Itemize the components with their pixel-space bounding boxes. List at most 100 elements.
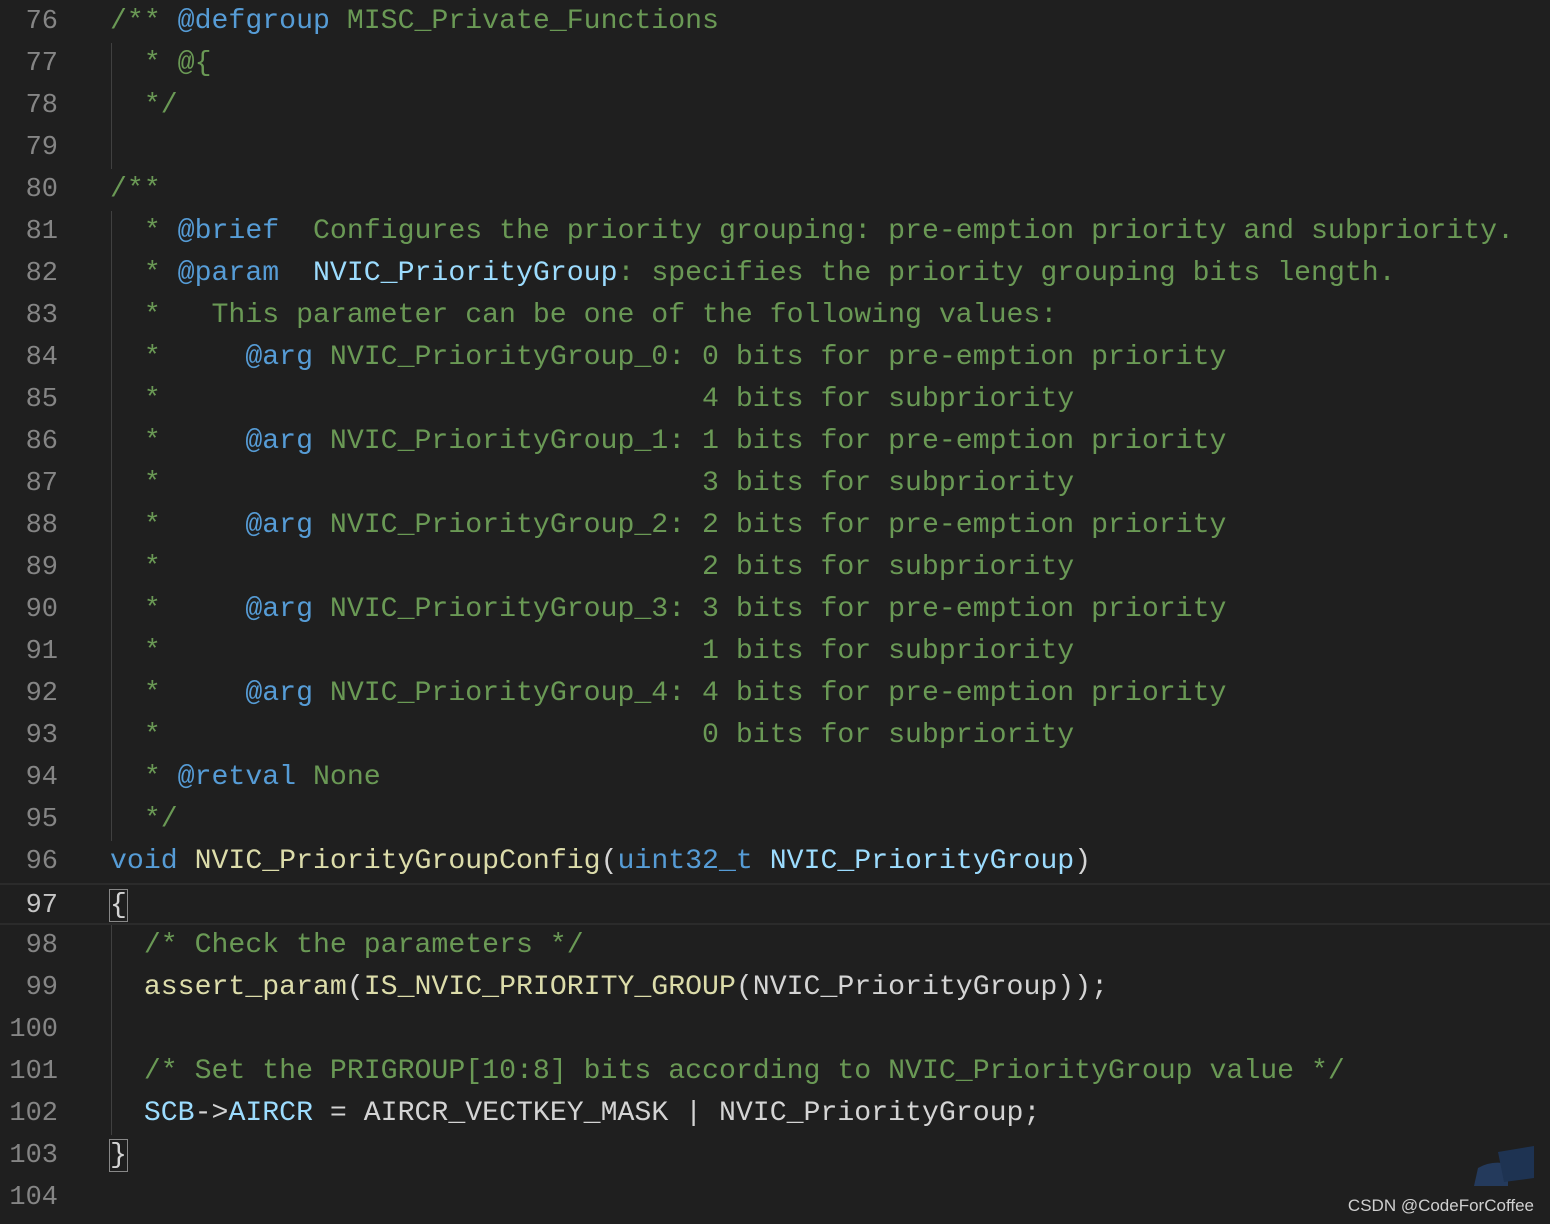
code-line[interactable]: 98 /* Check the parameters */ — [0, 925, 1550, 967]
code-line[interactable]: 82 * @param NVIC_PriorityGroup: specifie… — [0, 253, 1550, 295]
code-line[interactable]: 80 /** — [0, 169, 1550, 211]
code-text: /* Set the PRIGROUP[10:8] bits according… — [110, 1051, 1345, 1093]
code-line[interactable]: 92 * @arg NVIC_PriorityGroup_4: 4 bits f… — [0, 673, 1550, 715]
code-line[interactable]: 87 * 3 bits for subpriority — [0, 463, 1550, 505]
code-line[interactable]: 101 /* Set the PRIGROUP[10:8] bits accor… — [0, 1051, 1550, 1093]
code-text: SCB->AIRCR = AIRCR_VECTKEY_MASK | NVIC_P… — [110, 1093, 1041, 1135]
code-token: ) — [1074, 846, 1092, 877]
code-token: * 4 bits for subpriority — [110, 384, 1075, 415]
code-line[interactable]: 95 */ — [0, 799, 1550, 841]
code-token: None — [296, 762, 381, 793]
code-token: * 3 bits for subpriority — [110, 468, 1075, 499]
line-number: 78 — [25, 91, 58, 121]
code-token: * This parameter can be one of the follo… — [110, 300, 1058, 331]
code-line[interactable]: 94 * @retval None — [0, 757, 1550, 799]
code-text: * @arg NVIC_PriorityGroup_2: 2 bits for … — [110, 505, 1227, 547]
code-text: * @arg NVIC_PriorityGroup_3: 3 bits for … — [110, 589, 1227, 631]
code-token: { — [109, 889, 128, 922]
code-token: @arg — [245, 342, 313, 373]
code-token: NVIC_PriorityGroup_3: 3 bits for pre-emp… — [313, 594, 1227, 625]
code-text: * @param NVIC_PriorityGroup: specifies t… — [110, 253, 1396, 295]
indent-guide — [111, 43, 112, 169]
code-line[interactable]: 77 * @{ — [0, 43, 1550, 85]
code-text: /** @defgroup MISC_Private_Functions — [110, 1, 719, 43]
code-line[interactable]: 102 SCB->AIRCR = AIRCR_VECTKEY_MASK | NV… — [0, 1093, 1550, 1135]
code-token: * @{ — [110, 48, 212, 79]
code-token: /* Check the parameters */ — [143, 930, 584, 961]
code-token: NVIC_PriorityGroup — [769, 846, 1075, 877]
code-text: * 2 bits for subpriority — [110, 547, 1074, 589]
code-editor[interactable]: 76/** @defgroup MISC_Private_Functions 77… — [0, 0, 1550, 1224]
code-line[interactable]: 93 * 0 bits for subpriority — [0, 715, 1550, 757]
code-line[interactable]: 96 void NVIC_PriorityGroupConfig(uint32_t… — [0, 841, 1550, 883]
code-token: IS_NVIC_PRIORITY_GROUP — [363, 972, 736, 1003]
code-token: ( — [346, 972, 364, 1003]
code-token: */ — [110, 90, 178, 121]
code-token: @retval — [177, 762, 297, 793]
code-line[interactable]: 103} — [0, 1135, 1550, 1177]
line-number: 88 — [25, 511, 58, 541]
code-token: void — [110, 846, 178, 877]
code-token: AIRCR — [228, 1098, 314, 1129]
code-token: @arg — [245, 426, 313, 457]
line-number: 92 — [25, 679, 58, 709]
code-text: */ — [110, 85, 178, 127]
code-line[interactable]: 99 assert_param(IS_NVIC_PRIORITY_GROUP(N… — [0, 967, 1550, 1009]
code-token: * — [110, 510, 246, 541]
line-number: 104 — [9, 1183, 58, 1213]
line-number: 103 — [9, 1141, 58, 1171]
code-token: NVIC_PriorityGroup_2: 2 bits for pre-emp… — [313, 510, 1227, 541]
line-number: 77 — [25, 49, 58, 79]
code-text: } — [109, 1135, 128, 1177]
code-line[interactable]: 97 { — [0, 883, 1550, 925]
line-number: 101 — [9, 1057, 58, 1087]
line-number: 102 — [9, 1099, 58, 1129]
code-token: @arg — [245, 678, 313, 709]
code-token: @arg — [245, 594, 313, 625]
code-token: MISC_Private_Functions — [329, 6, 719, 37]
code-line[interactable]: 91 * 1 bits for subpriority — [0, 631, 1550, 673]
code-token: NVIC_PriorityGroupConfig — [194, 846, 601, 877]
code-token: @arg — [245, 510, 313, 541]
code-line[interactable]: 79 — [0, 127, 1550, 169]
code-text: * @{ — [110, 43, 212, 85]
code-line[interactable]: 88 * @arg NVIC_PriorityGroup_2: 2 bits f… — [0, 505, 1550, 547]
code-line[interactable]: 76 /** @defgroup MISC_Private_Functions — [0, 1, 1550, 43]
code-token: NVIC_PriorityGroup_4: 4 bits for pre-emp… — [313, 678, 1227, 709]
code-line[interactable]: 90 * @arg NVIC_PriorityGroup_3: 3 bits f… — [0, 589, 1550, 631]
line-number: 95 — [25, 805, 58, 835]
line-number: 87 — [25, 469, 58, 499]
line-number: 98 — [25, 931, 58, 961]
code-token: Configures the priority grouping: pre-em… — [279, 216, 1514, 247]
code-line[interactable]: 89 * 2 bits for subpriority — [0, 547, 1550, 589]
code-line[interactable]: 85 * 4 bits for subpriority — [0, 379, 1550, 421]
line-number: 94 — [25, 763, 58, 793]
code-text: * @retval None — [110, 757, 381, 799]
code-line[interactable]: 84 * @arg NVIC_PriorityGroup_0: 0 bits f… — [0, 337, 1550, 379]
code-text: * @arg NVIC_PriorityGroup_4: 4 bits for … — [110, 673, 1227, 715]
code-token: NVIC_PriorityGroup_1: 1 bits for pre-emp… — [313, 426, 1227, 457]
code-line[interactable]: 100 — [0, 1009, 1550, 1051]
code-token: * — [110, 426, 246, 457]
line-number: 79 — [25, 133, 58, 163]
code-token: * — [110, 762, 178, 793]
code-text: * 1 bits for subpriority — [110, 631, 1074, 673]
line-number: 93 — [25, 721, 58, 751]
code-token: SCB — [143, 1098, 195, 1129]
code-line[interactable]: 104 — [0, 1177, 1550, 1219]
code-text: */ — [110, 799, 178, 841]
code-text: * @brief Configures the priority groupin… — [110, 211, 1514, 253]
code-line[interactable]: 81 * @brief Configures the priority grou… — [0, 211, 1550, 253]
code-text: * @arg NVIC_PriorityGroup_1: 1 bits for … — [110, 421, 1227, 463]
code-line[interactable]: 78 */ — [0, 85, 1550, 127]
code-line[interactable]: 83 * This parameter can be one of the fo… — [0, 295, 1550, 337]
code-token: ( — [600, 846, 618, 877]
code-text: * 3 bits for subpriority — [110, 463, 1074, 505]
line-number: 80 — [25, 175, 58, 205]
code-line[interactable]: 86 * @arg NVIC_PriorityGroup_1: 1 bits f… — [0, 421, 1550, 463]
